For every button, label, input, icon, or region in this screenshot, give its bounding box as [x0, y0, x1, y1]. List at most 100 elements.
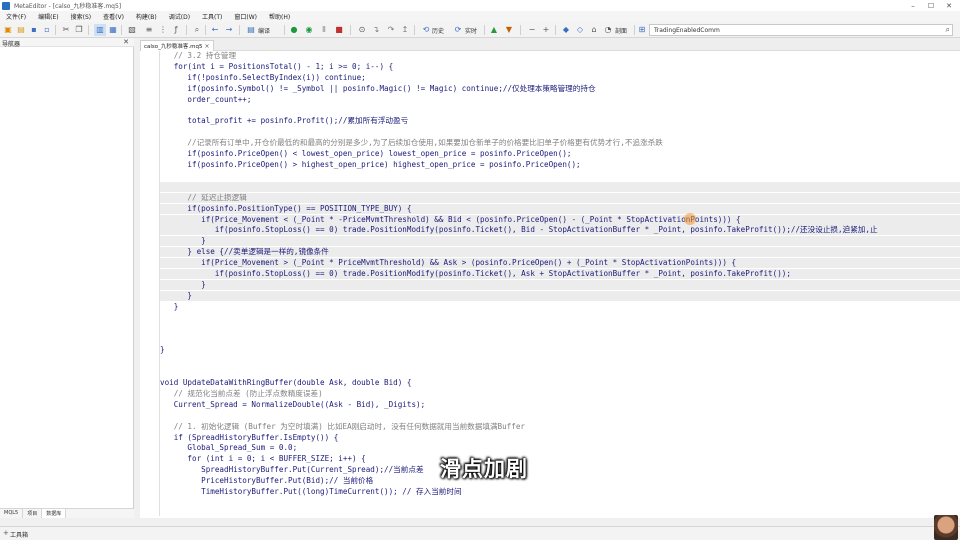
terminal-icon[interactable]: ⌂	[588, 24, 600, 36]
code-line[interactable]: 302 } else {//卖单逻辑是一样的,镜像条件	[160, 247, 960, 258]
code-line[interactable]: 318 // 1. 初始化逻辑 (Buffer 为空时填满) 比如EA刚启动时,…	[160, 422, 960, 432]
code-line[interactable]: 287 if(posinfo.Symbol() != _Symbol || po…	[160, 84, 960, 94]
code-line[interactable]: 304 if(posinfo.StopLoss() == 0) trade.Po…	[160, 269, 960, 279]
menu-view[interactable]: 查看(V)	[97, 12, 130, 21]
file-tab[interactable]: calso_九秒稳准客.mq5 ×	[140, 40, 214, 51]
code-line[interactable]: 293 if(posinfo.PriceOpen() < lowest_open…	[160, 149, 960, 159]
new-file-icon[interactable]: ▣	[2, 24, 14, 36]
menu-debug[interactable]: 调试(D)	[163, 12, 196, 21]
forward-arrow-icon[interactable]: →	[223, 24, 235, 36]
search-icon[interactable]: ⌕	[191, 24, 203, 36]
code-line[interactable]: 320 Global_Spread_Sum = 0.0;	[160, 443, 960, 453]
search-dropdown-icon[interactable]: ⊞	[636, 24, 648, 36]
search-magnifier-icon[interactable]: ⌕	[946, 25, 950, 35]
code-line[interactable]: 288 order_count++;	[160, 95, 960, 105]
code-line[interactable]: 295	[160, 171, 960, 181]
code-area[interactable]: 284 // 3.2 持仓管理285 for(int i = Positions…	[160, 51, 960, 516]
compile-label[interactable]: 编译	[258, 26, 270, 35]
history-icon[interactable]: ⟲	[420, 24, 432, 36]
code-line[interactable]: 285 for(int i = PositionsTotal() - 1; i …	[160, 62, 960, 72]
styler-icon[interactable]: ≡	[143, 24, 155, 36]
method-list-icon[interactable]: ⋮	[157, 24, 169, 36]
code-line[interactable]: 305 }	[160, 279, 960, 290]
code-line[interactable]: 303 if(Price_Movement > (_Point * PriceM…	[160, 258, 960, 269]
code-line[interactable]: 296	[160, 181, 960, 192]
code-line[interactable]: 298 if(posinfo.PositionType() == POSITIO…	[160, 203, 960, 214]
code-line[interactable]: 309	[160, 324, 960, 334]
code-line[interactable]: 301 }	[160, 236, 960, 247]
tab-database[interactable]: 数据库	[42, 509, 67, 518]
back-arrow-icon[interactable]: ←	[209, 24, 221, 36]
code-line[interactable]: 306 }	[160, 290, 960, 301]
close-window-button[interactable]: ✕	[940, 0, 958, 11]
code-line[interactable]: 284 // 3.2 持仓管理	[160, 51, 960, 61]
step-out-icon[interactable]: ↥	[399, 24, 411, 36]
code-line[interactable]: 297 // 延迟止损逻辑	[160, 192, 960, 203]
code-line[interactable]: 324 TimeHistoryBuffer.Put((long)TimeCurr…	[160, 487, 960, 497]
code-line[interactable]: 314void UpdateDataWithRingBuffer(double …	[160, 378, 960, 388]
code-line[interactable]: 307 }	[160, 302, 960, 312]
profile-history-icon[interactable]: ▲	[488, 24, 500, 36]
function-icon[interactable]: ƒ	[170, 24, 182, 36]
code-line[interactable]: 322 SpreadHistoryBuffer.Put(Current_Spre…	[160, 465, 960, 475]
realtime-label[interactable]: 实时	[465, 26, 477, 35]
code-line[interactable]: 310	[160, 334, 960, 344]
insert-resource-icon[interactable]: ▧	[126, 24, 138, 36]
step-into-icon[interactable]: ↴	[370, 24, 382, 36]
profile-label[interactable]: 剖面	[615, 26, 627, 35]
code-line[interactable]: 325	[160, 498, 960, 508]
code-line[interactable]: 323 PriceHistoryBuffer.Put(Bid);// 当前价格	[160, 476, 960, 486]
code-line[interactable]: 308	[160, 313, 960, 323]
copy-icon[interactable]: ❐	[73, 24, 85, 36]
code-line[interactable]: 313	[160, 367, 960, 377]
code-line[interactable]: 289	[160, 106, 960, 116]
code-line[interactable]: 290 total_profit += posinfo.Profit();//累…	[160, 116, 960, 126]
start-real-data-icon[interactable]: ◉	[303, 24, 315, 36]
toolbox-label[interactable]: 工具箱	[10, 530, 28, 539]
menu-edit[interactable]: 编辑(E)	[32, 12, 64, 21]
code-line[interactable]: 321 for (int i = 0; i < BUFFER_SIZE; i++…	[160, 454, 960, 464]
code-line[interactable]: 300 if(posinfo.StopLoss() == 0) trade.Po…	[160, 225, 960, 236]
code-line[interactable]: 311}	[160, 345, 960, 355]
cut-icon[interactable]: ✂	[60, 24, 72, 36]
menu-file[interactable]: 文件(F)	[0, 12, 32, 21]
code-line[interactable]: 319 if (SpreadHistoryBuffer.IsEmpty()) {	[160, 433, 960, 443]
compile-icon[interactable]: ▤	[245, 24, 257, 36]
code-line[interactable]: 291	[160, 127, 960, 137]
menu-search[interactable]: 搜索(S)	[65, 12, 98, 21]
stop-icon[interactable]: ■	[333, 24, 345, 36]
close-icon[interactable]: ✕	[123, 38, 129, 46]
realtime-icon[interactable]: ⟳	[452, 24, 464, 36]
profile-real-icon[interactable]: ▼	[503, 24, 515, 36]
menu-tools[interactable]: 工具(T)	[196, 12, 228, 21]
code-line[interactable]: 294 if(posinfo.PriceOpen() > highest_ope…	[160, 160, 960, 170]
save-all-icon[interactable]: ▫	[41, 24, 53, 36]
menu-help[interactable]: 帮助(H)	[263, 12, 296, 21]
tab-project[interactable]: 项目	[23, 509, 43, 518]
code-line[interactable]: 315 // 规范化当前点差 (防止浮点数精度误差)	[160, 389, 960, 399]
save-icon[interactable]: ▪	[28, 24, 40, 36]
maximize-button[interactable]: ☐	[922, 0, 940, 11]
tab-mql5[interactable]: MQL5	[0, 509, 24, 518]
navigator-toggle-icon[interactable]: ▥	[94, 24, 106, 36]
marketplace-icon[interactable]: ◆	[560, 24, 572, 36]
profiler-icon[interactable]: ◔	[602, 24, 614, 36]
code-line[interactable]: 299 if(Price_Movement < (_Point * -Price…	[160, 214, 960, 225]
community-icon[interactable]: ◇	[574, 24, 586, 36]
code-line[interactable]: 317	[160, 411, 960, 421]
pause-icon[interactable]: Ⅱ	[318, 24, 330, 36]
expand-icon[interactable]: +	[3, 529, 9, 537]
close-tab-icon[interactable]: ×	[205, 43, 210, 50]
open-folder-icon[interactable]: ▤	[15, 24, 27, 36]
minimize-button[interactable]: –	[904, 0, 922, 11]
toggle-breakpoint-icon[interactable]: ⊙	[356, 24, 368, 36]
code-line[interactable]: 312	[160, 356, 960, 366]
code-line[interactable]: 316 Current_Spread = NormalizeDouble((As…	[160, 400, 960, 410]
zoom-out-icon[interactable]: −	[526, 24, 538, 36]
code-line[interactable]: 286 if(!posinfo.SelectByIndex(i)) contin…	[160, 73, 960, 83]
zoom-in-icon[interactable]: +	[540, 24, 552, 36]
menu-window[interactable]: 窗口(W)	[228, 12, 263, 21]
menu-build[interactable]: 构建(B)	[130, 12, 163, 21]
history-label[interactable]: 历史	[432, 26, 444, 35]
step-over-icon[interactable]: ↷	[385, 24, 397, 36]
